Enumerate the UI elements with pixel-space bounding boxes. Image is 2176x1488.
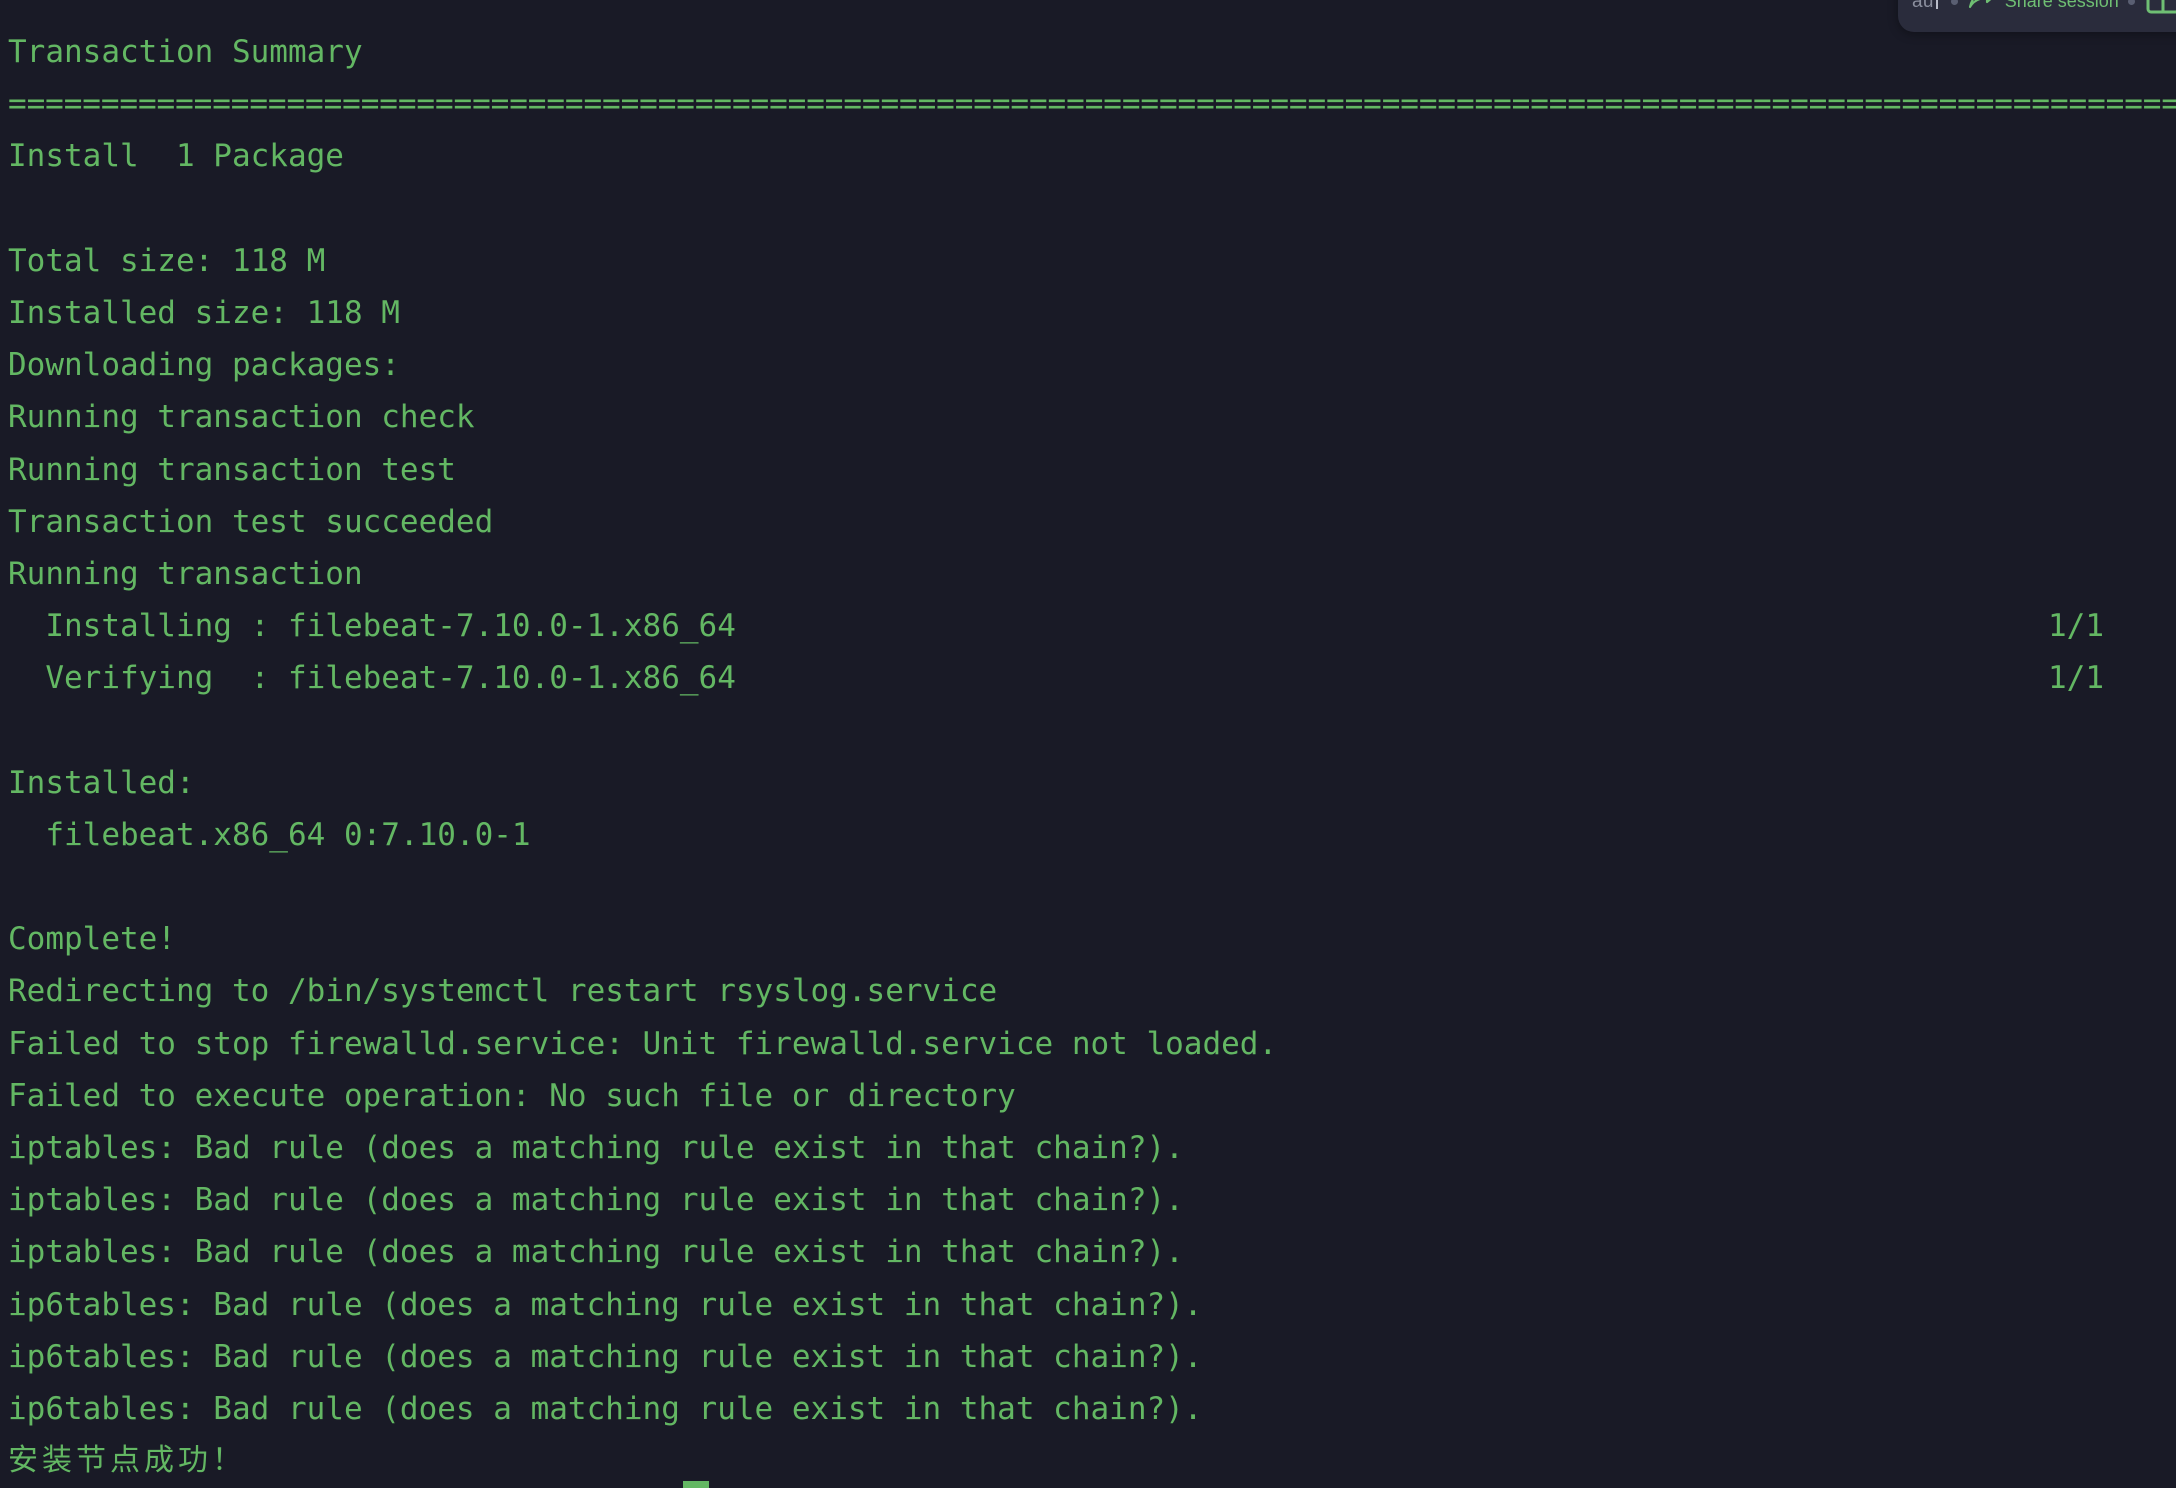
share-session-label: Share session (2004, 0, 2119, 11)
terminal-line: Failed to stop firewalld.service: Unit f… (8, 1025, 1278, 1062)
dot-separator-icon (1950, 0, 1958, 5)
terminal-line-counter: 1/1 (2048, 608, 2104, 645)
terminal-line: 安装节点成功！ (8, 1443, 246, 1479)
terminal-line-list: Transaction Summary =====================… (8, 26, 2176, 1487)
session-name-input[interactable]: au (1912, 0, 1942, 13)
terminal-cursor (683, 1481, 709, 1488)
terminal-line: ip6tables: Bad rule (does a matching rul… (8, 1338, 1203, 1375)
terminal-line-text: Verifying : filebeat-7.10.0-1.x86_64 (8, 660, 736, 697)
terminal-line: ip6tables: Bad rule (does a matching rul… (8, 1390, 1203, 1427)
terminal-line: Redirecting to /bin/systemctl restart rs… (8, 973, 998, 1010)
terminal-output-area[interactable]: Transaction Summary =====================… (0, 0, 2176, 1488)
terminal-line: Running transaction check (8, 399, 475, 436)
terminal-line: Running transaction (8, 555, 363, 592)
terminal-line: Install 1 Package (8, 138, 344, 175)
terminal-line: Transaction Summary (8, 34, 363, 70)
dot-separator-icon-2 (2127, 0, 2135, 5)
share-arrow-icon (1967, 0, 1997, 15)
text-caret (1935, 0, 1938, 9)
terminal-line-counter: 1/1 (2048, 660, 2104, 697)
terminal-line: Total size: 118 M (8, 242, 326, 279)
terminal-line: Installing : filebeat-7.10.0-1.x86_64 1/1 (8, 600, 2176, 652)
terminal-line: ========================================… (8, 86, 2176, 123)
terminal-screen: Transaction Summary =====================… (0, 0, 2176, 1488)
terminal-line: Installed size: 118 M (8, 294, 400, 331)
terminal-line: iptables: Bad rule (does a matching rule… (8, 1182, 1184, 1219)
terminal-line: ip6tables: Bad rule (does a matching rul… (8, 1286, 1203, 1323)
terminal-line: Complete! (8, 921, 176, 958)
share-session-button[interactable]: Share session (1967, 0, 2119, 15)
terminal-line: Verifying : filebeat-7.10.0-1.x86_64 1/1 (8, 652, 2176, 704)
terminal-line: Running transaction test (8, 451, 456, 488)
terminal-line: iptables: Bad rule (does a matching rule… (8, 1129, 1184, 1166)
terminal-line: Failed to execute operation: No such fil… (8, 1077, 1016, 1114)
terminal-line: Transaction test succeeded (8, 503, 494, 540)
session-name-value: au (1912, 0, 1934, 12)
terminal-line-text: Installing : filebeat-7.10.0-1.x86_64 (8, 608, 736, 645)
session-toolbar[interactable]: au Share session (1898, 0, 2176, 32)
terminal-line: filebeat.x86_64 0:7.10.0-1 (8, 816, 531, 853)
terminal-line: Installed: (8, 764, 195, 801)
terminal-line: iptables: Bad rule (does a matching rule… (8, 1234, 1184, 1271)
split-panel-icon[interactable] (2146, 0, 2176, 14)
terminal-line: Downloading packages: (8, 347, 400, 384)
